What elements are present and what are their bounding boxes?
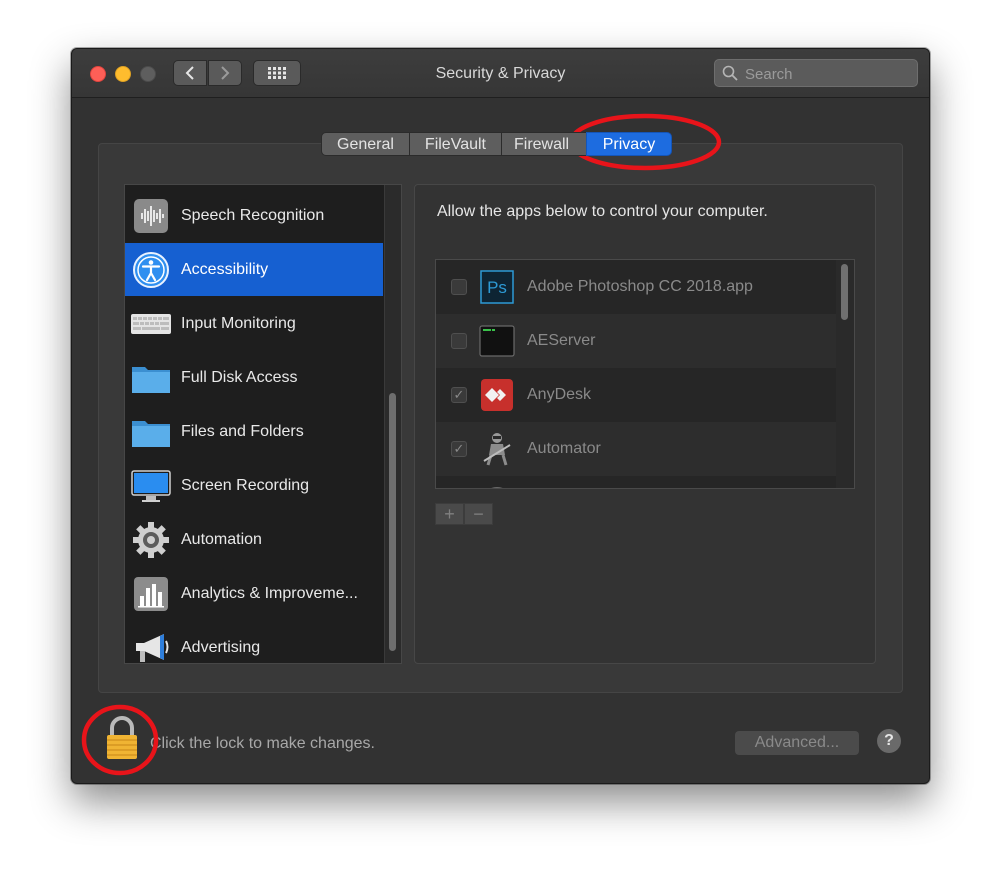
accessibility-icon — [131, 250, 171, 290]
sidebar-item-label: Analytics & Improveme... — [181, 584, 358, 602]
lock-button[interactable] — [102, 715, 142, 761]
folder-icon — [131, 358, 171, 398]
tab-firewall[interactable]: Firewall — [500, 132, 587, 156]
title-bar[interactable]: Security & Privacy — [72, 49, 929, 98]
automator-icon — [479, 431, 515, 467]
app-row-anydesk[interactable]: ✓ AnyDesk — [436, 368, 836, 422]
privacy-category-list[interactable]: Speech Recognition Accessibility Input M… — [124, 184, 402, 664]
search-field[interactable] — [714, 59, 918, 88]
tab-privacy[interactable]: Privacy — [585, 132, 672, 156]
app-checkbox[interactable] — [451, 279, 467, 295]
preferences-window: Security & Privacy General FileVault Fir… — [71, 48, 930, 784]
help-button[interactable]: ? — [877, 729, 901, 753]
bar-chart-icon — [131, 574, 171, 614]
sidebar-scrollbar-thumb[interactable] — [389, 393, 396, 651]
sidebar-item-label: Accessibility — [181, 260, 269, 278]
tab-filevault[interactable]: FileVault — [408, 132, 502, 156]
sidebar-item-accessibility[interactable]: Accessibility — [125, 243, 383, 296]
app-checkbox[interactable] — [451, 333, 467, 349]
search-icon — [722, 65, 738, 81]
app-checkbox[interactable]: ✓ — [451, 441, 467, 457]
photoshop-icon: Ps — [479, 269, 515, 305]
sidebar-item-label: Speech Recognition — [181, 206, 325, 224]
app-list[interactable]: Ps Adobe Photoshop CC 2018.app AEServer … — [435, 259, 855, 489]
app-row-photoshop[interactable]: Ps Adobe Photoshop CC 2018.app — [436, 260, 836, 314]
checkmark-icon: ✓ — [453, 441, 465, 456]
sidebar-item-label: Advertising — [181, 638, 261, 656]
tab-bar: General FileVault Firewall Privacy — [321, 132, 672, 156]
sidebar-item-label: Input Monitoring — [181, 314, 296, 332]
anydesk-icon — [479, 377, 515, 413]
sidebar-item-label: Full Disk Access — [181, 368, 298, 386]
remove-app-button[interactable]: − — [464, 503, 493, 525]
app-name: Automator — [527, 440, 601, 457]
megaphone-icon — [131, 628, 171, 664]
add-remove-controls: + − — [435, 503, 493, 525]
sidebar-item-screen-recording[interactable]: Screen Recording — [125, 459, 383, 512]
app-row-partial[interactable] — [436, 476, 836, 488]
sidebar-item-label: Screen Recording — [181, 476, 310, 494]
checkmark-icon: ✓ — [453, 387, 465, 402]
sidebar-item-analytics[interactable]: Analytics & Improveme... — [125, 567, 383, 620]
pane-description: Allow the apps below to control your com… — [437, 203, 768, 220]
app-list-scrollbar-thumb[interactable] — [841, 264, 848, 320]
app-checkbox[interactable]: ✓ — [451, 387, 467, 403]
sidebar-item-full-disk-access[interactable]: Full Disk Access — [125, 351, 383, 404]
sidebar-item-label: Files and Folders — [181, 422, 304, 440]
sidebar-item-speech-recognition[interactable]: Speech Recognition — [125, 189, 383, 242]
app-icon — [479, 485, 515, 488]
gear-icon — [131, 520, 171, 560]
folder-icon — [131, 412, 171, 452]
sidebar-item-advertising[interactable]: Advertising — [125, 621, 383, 664]
add-app-button[interactable]: + — [435, 503, 464, 525]
sidebar-item-input-monitoring[interactable]: Input Monitoring — [125, 297, 383, 350]
sidebar-item-automation[interactable]: Automation — [125, 513, 383, 566]
app-row-aeserver[interactable]: AEServer — [436, 314, 836, 368]
tab-general[interactable]: General — [321, 132, 410, 156]
keyboard-icon — [131, 304, 171, 344]
app-name: Adobe Photoshop CC 2018.app — [527, 278, 753, 295]
display-icon — [131, 466, 171, 506]
sidebar-item-label: Automation — [181, 530, 262, 548]
lock-icon — [107, 716, 137, 759]
app-name: AEServer — [527, 332, 596, 349]
search-input[interactable] — [743, 60, 917, 88]
lock-hint-text: Click the lock to make changes. — [150, 735, 375, 752]
terminal-icon — [479, 323, 515, 359]
waveform-icon — [131, 196, 171, 236]
sidebar-item-files-and-folders[interactable]: Files and Folders — [125, 405, 383, 458]
advanced-button[interactable]: Advanced... — [735, 731, 859, 755]
accessibility-pane: Allow the apps below to control your com… — [414, 184, 876, 664]
photoshop-icon-text: Ps — [487, 278, 507, 297]
app-name: AnyDesk — [527, 386, 592, 403]
app-row-automator[interactable]: ✓ Automator — [436, 422, 836, 476]
